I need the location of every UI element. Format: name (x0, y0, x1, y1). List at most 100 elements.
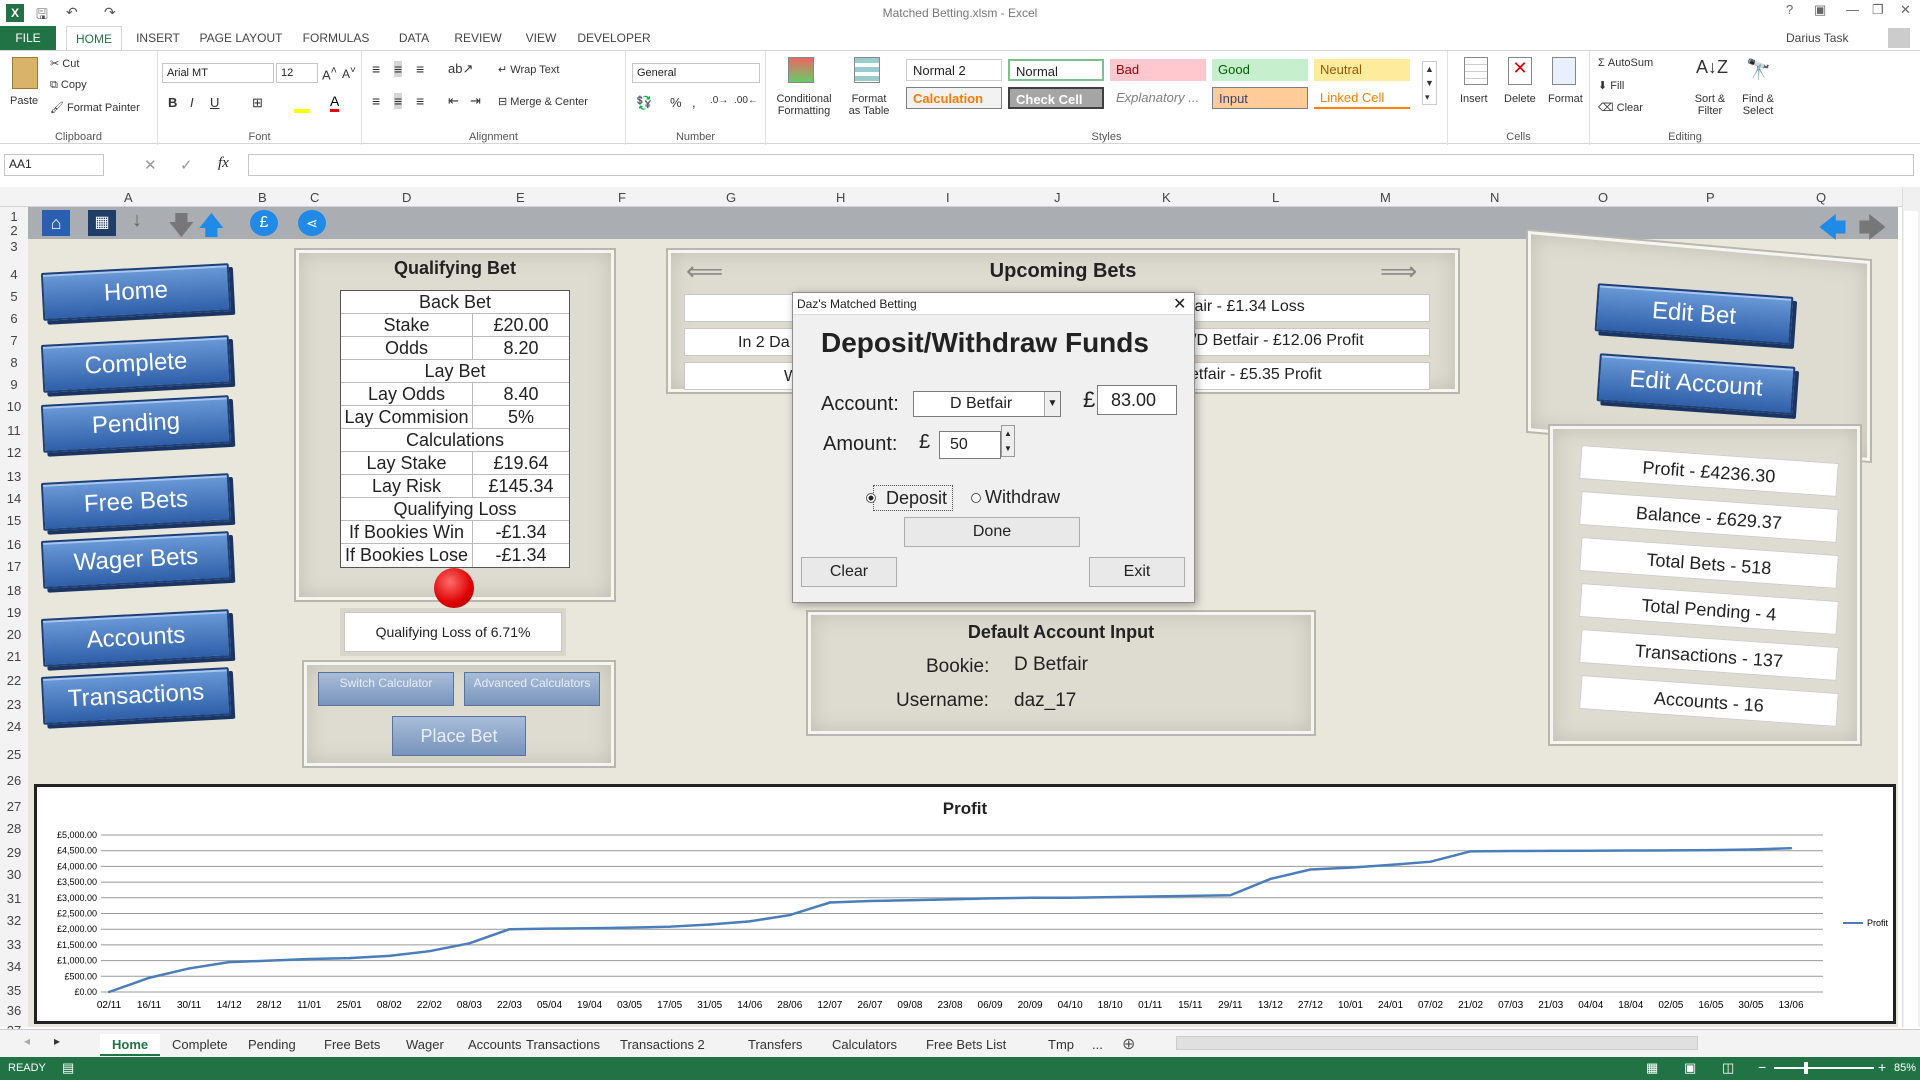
font-color-icon[interactable]: A (330, 93, 340, 112)
row-header[interactable]: 10 (0, 399, 28, 414)
italic-icon[interactable]: I (190, 95, 194, 110)
autosum-button[interactable]: Σ AutoSum (1598, 57, 1653, 69)
insert-function-icon[interactable]: fx (218, 155, 229, 172)
row-header[interactable]: 35 (0, 983, 28, 998)
arrow-up-icon[interactable]: 🡅 (198, 207, 225, 251)
tab-page-layout[interactable]: PAGE LAYOUT (196, 26, 286, 50)
sheet-tab[interactable]: Transfers (736, 1034, 814, 1056)
row-header[interactable]: 29 (0, 845, 28, 860)
column-header[interactable]: B (258, 190, 267, 205)
nav-home-button[interactable]: Home (40, 263, 232, 321)
vertical-scrollbar[interactable] (1902, 187, 1920, 1031)
row-header[interactable]: 11 (0, 423, 28, 438)
tab-scroll-right-icon[interactable]: ▸ (54, 1034, 60, 1048)
currency-icon[interactable]: 💱 (636, 95, 652, 111)
row-header[interactable]: 1 (0, 209, 28, 224)
sort-filter-button[interactable]: Sort & Filter (1688, 93, 1732, 117)
column-header[interactable]: D (402, 190, 411, 205)
switch-calculator-button[interactable]: Switch Calculator (318, 672, 454, 706)
wrap-text-button[interactable]: ↵ Wrap Text (498, 63, 559, 76)
user-name[interactable]: Darius Task (1786, 31, 1848, 45)
font-size-select[interactable]: 12 (276, 63, 318, 83)
row-header[interactable]: 8 (0, 355, 28, 370)
style-input[interactable]: Input (1212, 87, 1308, 109)
number-format-select[interactable]: General (632, 63, 760, 83)
comma-icon[interactable]: , (692, 95, 696, 110)
style-check-cell[interactable]: Check Cell (1008, 87, 1104, 109)
exit-button[interactable]: Exit (1089, 557, 1185, 587)
style-neutral[interactable]: Neutral (1314, 59, 1410, 81)
align-bottom-icon[interactable]: ≡ (416, 61, 424, 77)
profit-chart[interactable]: Profit £0.00 £500.00 £1,000.00 £1,500.00 £2,… (34, 784, 1896, 1024)
deposit-radio[interactable]: Deposit (866, 485, 953, 511)
forward-arrow-icon[interactable]: 🡆 (1858, 207, 1887, 255)
sheet-tab[interactable]: Free Bets List (914, 1034, 1018, 1056)
row-header[interactable]: 34 (0, 959, 28, 974)
pound-icon[interactable]: £ (250, 210, 278, 236)
style-bad[interactable]: Bad (1110, 59, 1206, 81)
grow-font-icon[interactable]: A˄ (322, 65, 337, 82)
style-normal[interactable]: Normal (1008, 59, 1104, 81)
indent-decrease-icon[interactable]: ⇤ (448, 93, 459, 109)
conditional-formatting-icon[interactable] (788, 57, 814, 83)
column-header[interactable]: G (726, 190, 736, 205)
column-header[interactable]: P (1706, 190, 1715, 205)
cancel-formula-icon[interactable]: ✕ (144, 156, 157, 174)
tab-review[interactable]: REVIEW (448, 26, 508, 50)
format-as-table-button[interactable]: Format as Table (846, 93, 892, 117)
account-select[interactable]: D Betfair ▼ (913, 391, 1061, 417)
zoom-in-icon[interactable]: + (1878, 1059, 1886, 1075)
format-icon[interactable] (1552, 57, 1576, 85)
restore-icon[interactable]: ❐ (1872, 2, 1884, 18)
format-table-icon[interactable] (854, 57, 880, 83)
clear-button[interactable]: ⌫ Clear (1598, 101, 1643, 114)
row-header[interactable]: 13 (0, 469, 28, 484)
column-header[interactable]: A (124, 190, 133, 205)
sheet-tab[interactable]: Wager (394, 1034, 456, 1056)
binoculars-icon[interactable]: 🔭 (1746, 57, 1771, 82)
column-header[interactable]: E (516, 190, 525, 205)
sort-filter-icon[interactable]: A↓Z (1696, 57, 1728, 78)
align-left-icon[interactable]: ≡ (372, 93, 380, 109)
copy-button[interactable]: ⧉ Copy (50, 79, 87, 92)
arrow-down-icon[interactable]: 🡇 (168, 207, 195, 251)
delete-button[interactable]: Delete (1504, 93, 1536, 105)
row-header[interactable]: 20 (0, 627, 28, 642)
style-explanatory[interactable]: Explanatory ... (1110, 87, 1206, 109)
delete-icon[interactable]: ✕ (1508, 57, 1532, 85)
back-arrow-icon[interactable]: 🡄 (1818, 207, 1847, 255)
insert-icon[interactable] (1464, 57, 1488, 85)
paste-icon[interactable] (12, 57, 38, 89)
share-icon[interactable]: ⋖ (298, 210, 326, 236)
bold-icon[interactable]: B (168, 95, 177, 110)
conditional-formatting-button[interactable]: Conditional Formatting (768, 93, 840, 117)
zoom-out-icon[interactable]: − (1758, 1059, 1766, 1075)
zoom-slider[interactable] (1774, 1067, 1874, 1069)
cut-button[interactable]: ✂ Cut (50, 57, 79, 70)
help-icon[interactable]: ? (1786, 2, 1793, 17)
row-header[interactable]: 14 (0, 491, 28, 506)
align-right-icon[interactable]: ≡ (416, 93, 424, 109)
row-header[interactable]: 2 (0, 223, 28, 238)
column-header[interactable]: M (1380, 190, 1391, 205)
column-header[interactable]: C (310, 190, 319, 205)
shrink-font-icon[interactable]: A˅ (342, 65, 356, 81)
column-header[interactable]: N (1490, 190, 1499, 205)
tab-data[interactable]: DATA (386, 26, 442, 50)
tab-view[interactable]: VIEW (516, 26, 566, 50)
calculator-icon[interactable]: ▦ (88, 210, 116, 236)
done-button[interactable]: Done (904, 517, 1080, 547)
style-good[interactable]: Good (1212, 59, 1308, 81)
row-header[interactable]: 24 (0, 719, 28, 734)
confirm-formula-icon[interactable]: ✓ (180, 156, 193, 174)
account-balance-field[interactable]: 83.00 (1097, 385, 1177, 415)
amount-stepper[interactable]: ▲ ▼ (1001, 425, 1015, 457)
styles-scroll-icon[interactable]: ▲ ▼ ▾ (1422, 61, 1437, 105)
page-break-view-icon[interactable]: ◫ (1722, 1060, 1734, 1076)
row-header[interactable]: 7 (0, 333, 28, 348)
row-header[interactable]: 15 (0, 513, 28, 528)
row-header[interactable]: 27 (0, 799, 28, 814)
nav-accounts-button[interactable]: Accounts (40, 609, 232, 667)
column-header[interactable]: J (1054, 190, 1061, 205)
formula-input[interactable] (248, 154, 1914, 176)
